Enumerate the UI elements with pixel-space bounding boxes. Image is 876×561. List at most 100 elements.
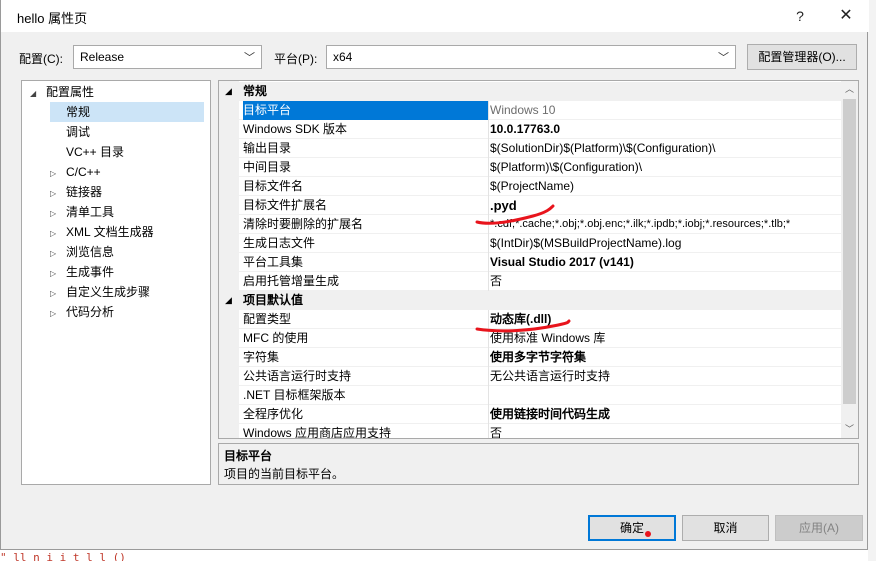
property-row-clr-support[interactable]: 公共语言运行时支持 无公共语言运行时支持: [219, 367, 841, 386]
tree-item-general[interactable]: 常规: [50, 102, 204, 122]
property-row-platform-toolset[interactable]: 平台工具集 Visual Studio 2017 (v141): [219, 253, 841, 272]
property-row-net-target-framework[interactable]: .NET 目标框架版本: [219, 386, 841, 405]
property-name: 目标文件名: [243, 177, 489, 196]
property-value: 无公共语言运行时支持: [490, 369, 611, 383]
property-value: 10.0.17763.0: [490, 122, 561, 136]
property-name: 全程序优化: [243, 405, 489, 424]
property-value: $(ProjectName): [490, 179, 575, 193]
property-name: MFC 的使用: [243, 329, 489, 348]
collapsed-triangle-icon: ▷: [50, 269, 57, 278]
expanded-triangle-icon: ◢: [225, 295, 232, 305]
property-name: 公共语言运行时支持: [243, 367, 489, 386]
category-label: 项目默认值: [243, 293, 304, 307]
tree-item-browse-information[interactable]: ▷ 浏览信息: [50, 242, 114, 262]
property-value: Visual Studio 2017 (v141): [490, 255, 634, 269]
chevron-down-icon: ﹀: [718, 52, 729, 64]
tree-item-xml-doc-generator[interactable]: ▷ XML 文档生成器: [50, 222, 154, 242]
property-name: Windows 应用商店应用支持: [243, 424, 489, 438]
tree-root-configuration-properties[interactable]: ◢ 配置属性: [30, 82, 94, 102]
tree-item-label: 代码分析: [66, 305, 115, 319]
red-underline-annotation: [475, 319, 571, 333]
property-name: 配置类型: [243, 310, 489, 329]
category-project-defaults[interactable]: ◢ 项目默认值: [219, 291, 841, 310]
property-value: $(SolutionDir)$(Platform)\$(Configuratio…: [490, 141, 716, 155]
property-name: 生成日志文件: [243, 234, 489, 253]
property-row-windows-sdk-version[interactable]: Windows SDK 版本 10.0.17763.0: [219, 120, 841, 139]
close-button[interactable]: ✕: [831, 4, 861, 28]
tree-item-label: VC++ 目录: [66, 145, 125, 159]
property-row-target-name[interactable]: 目标文件名 $(ProjectName): [219, 177, 841, 196]
collapsed-triangle-icon: ▷: [50, 249, 57, 258]
property-row-target-platform[interactable]: 目标平台 Windows 10: [219, 101, 841, 120]
tree-item-label: 生成事件: [66, 265, 115, 279]
scroll-down-arrow-icon[interactable]: ﹀: [841, 421, 858, 438]
property-name: 平台工具集: [243, 253, 489, 272]
property-row-whole-program-optimization[interactable]: 全程序优化 使用链接时间代码生成: [219, 405, 841, 424]
tree-item-label: XML 文档生成器: [66, 225, 154, 239]
tree-item-label: 配置属性: [46, 85, 95, 99]
window-title: hello 属性页: [17, 11, 88, 26]
category-general[interactable]: ◢ 常规: [219, 82, 841, 101]
collapsed-triangle-icon: ▷: [50, 189, 57, 198]
tree-item-label: 常规: [66, 105, 91, 119]
scrollbar-thumb[interactable]: [843, 99, 856, 404]
title-bar: hello 属性页 ? ✕: [1, 0, 869, 32]
help-button[interactable]: ?: [785, 4, 815, 28]
ok-button-label: 确定: [619, 521, 644, 535]
property-value: [489, 386, 841, 405]
property-value: $(Platform)\$(Configuration)\: [490, 160, 643, 174]
cancel-button[interactable]: 取消: [682, 515, 769, 541]
property-row-windows-store-app-support[interactable]: Windows 应用商店应用支持 否: [219, 424, 841, 439]
background-code-text: " ll n i i t l l (): [0, 551, 126, 561]
property-name: 中间目录: [243, 158, 489, 177]
tree-item-c-cpp[interactable]: ▷ C/C++: [50, 162, 101, 182]
tree-item-vc-directories[interactable]: VC++ 目录: [66, 142, 124, 162]
property-tree: ◢ 配置属性 常规 调试 VC++ 目录 ▷ C/C++ ▷ 链接器 ▷ 清单工具 ▷ X…: [21, 80, 211, 485]
tree-item-build-events[interactable]: ▷ 生成事件: [50, 262, 114, 282]
tree-item-linker[interactable]: ▷ 链接器: [50, 182, 102, 202]
description-title: 目标平台: [224, 449, 273, 463]
collapsed-triangle-icon: ▷: [50, 289, 57, 298]
configuration-select[interactable]: Release ﹀: [73, 45, 262, 69]
property-grid: ◢ 常规 目标平台 Windows 10 Windows SDK 版本 10.0…: [218, 80, 859, 439]
category-label: 常规: [243, 84, 268, 98]
expanded-triangle-icon: ◢: [30, 89, 37, 98]
property-row-build-log-file[interactable]: 生成日志文件 $(IntDir)$(MSBuildProjectName).lo…: [219, 234, 841, 253]
property-name: 字符集: [243, 348, 489, 367]
configuration-value: Release: [80, 50, 125, 64]
property-row-intermediate-directory[interactable]: 中间目录 $(Platform)\$(Configuration)\: [219, 158, 841, 177]
property-name: 目标文件扩展名: [243, 196, 489, 215]
tree-item-label: 链接器: [66, 185, 103, 199]
tree-item-label: 调试: [66, 125, 91, 139]
property-name: .NET 目标框架版本: [243, 386, 489, 405]
ok-button[interactable]: 确定: [588, 515, 676, 541]
scroll-up-arrow-icon[interactable]: ︿: [841, 81, 858, 98]
property-value: Windows 10: [490, 103, 556, 117]
red-underline-annotation: [475, 204, 555, 225]
property-value: 否: [490, 426, 503, 439]
property-name: 目标平台: [243, 101, 489, 120]
vertical-scrollbar[interactable]: ︿ ﹀: [841, 81, 858, 438]
property-name: 清除时要删除的扩展名: [243, 215, 489, 234]
tree-item-label: 自定义生成步骤: [66, 285, 151, 299]
property-row-character-set[interactable]: 字符集 使用多字节字符集: [219, 348, 841, 367]
tree-item-code-analysis[interactable]: ▷ 代码分析: [50, 302, 114, 322]
apply-button[interactable]: 应用(A): [775, 515, 863, 541]
platform-select[interactable]: x64 ﹀: [326, 45, 736, 69]
property-name: Windows SDK 版本: [243, 120, 489, 139]
property-row-output-directory[interactable]: 输出目录 $(SolutionDir)$(Platform)\$(Configu…: [219, 139, 841, 158]
tree-item-label: 浏览信息: [66, 245, 115, 259]
tree-item-manifest-tool[interactable]: ▷ 清单工具: [50, 202, 114, 222]
description-text: 项目的当前目标平台。: [224, 467, 345, 481]
property-row-managed-incremental-build[interactable]: 启用托管增量生成 否: [219, 272, 841, 291]
description-panel: 目标平台 项目的当前目标平台。: [218, 443, 859, 485]
red-dot-annotation: [645, 531, 651, 537]
expanded-triangle-icon: ◢: [225, 86, 232, 96]
configuration-manager-button[interactable]: 配置管理器(O)...: [747, 44, 857, 70]
tree-item-debugging[interactable]: 调试: [66, 122, 90, 142]
property-pages-dialog: hello 属性页 ? ✕ 配置(C): Release ﹀ 平台(P): x6…: [0, 0, 869, 550]
collapsed-triangle-icon: ▷: [50, 169, 57, 178]
property-name: 输出目录: [243, 139, 489, 158]
background-window-edge: [868, 0, 876, 561]
tree-item-custom-build-step[interactable]: ▷ 自定义生成步骤: [50, 282, 150, 302]
